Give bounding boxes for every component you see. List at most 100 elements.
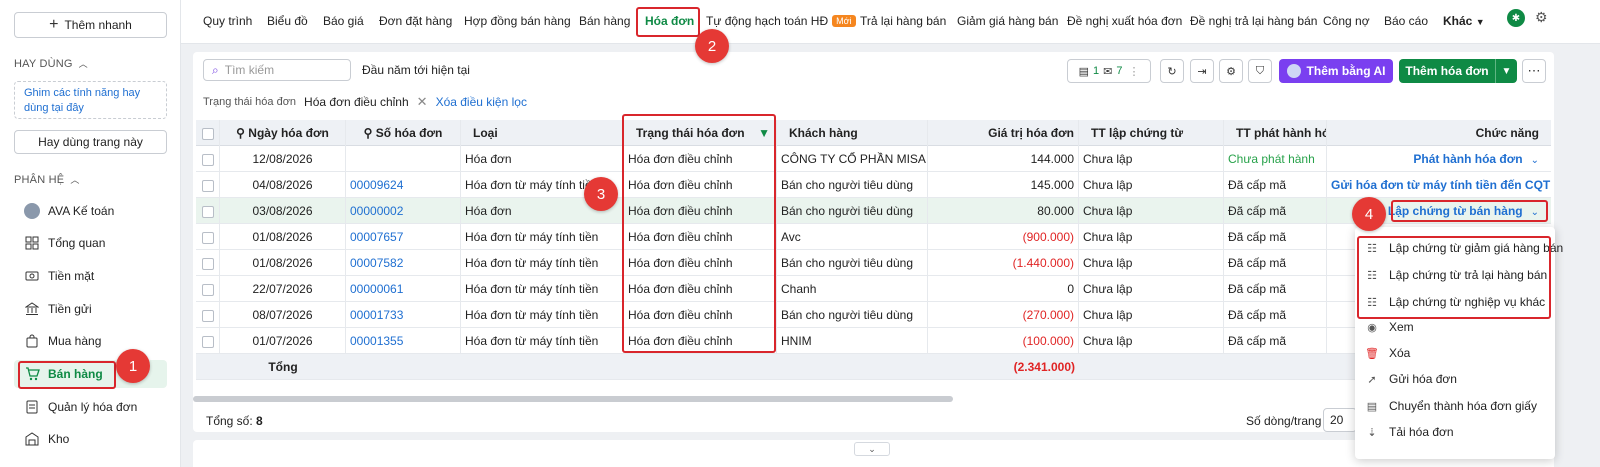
tab-auto-posting[interactable]: Tự động hạch toán HĐ Mới: [706, 14, 856, 28]
col-invoice-date[interactable]: ⚲ Ngày hóa đơn: [220, 120, 346, 146]
cell-status: Hóa đơn điều chỉnh: [624, 250, 777, 276]
rows-per-page-select[interactable]: 20: [1323, 408, 1357, 432]
cell-no[interactable]: 00007582: [346, 250, 461, 276]
table-row[interactable]: 01/07/2026 00001355 Hóa đơn từ máy tính ti…: [196, 328, 1551, 354]
col-invoice-number[interactable]: ⚲ Số hóa đơn: [346, 120, 461, 146]
chevron-down-icon[interactable]: ⌄: [1531, 155, 1539, 166]
cell-no[interactable]: 00009624: [346, 172, 461, 198]
settings-sliders-icon[interactable]: ⚙: [1535, 9, 1548, 26]
cell-action[interactable]: Phát hành hóa đơn ⌄: [1327, 146, 1551, 172]
period-selector[interactable]: Đầu năm tới hiện tại: [362, 63, 470, 77]
sidebar-item-invoice-management[interactable]: Quản lý hóa đơn: [14, 393, 167, 421]
chevron-down-icon[interactable]: ⌄: [1531, 207, 1539, 218]
tab-sales[interactable]: Bán hàng: [579, 14, 630, 28]
col-invoice-value[interactable]: Giá trị hóa đơn: [928, 120, 1079, 146]
tab-more[interactable]: Khác ▼: [1443, 14, 1485, 28]
dropdown-item[interactable]: ▤ Chuyển thành hóa đơn giấy: [1365, 393, 1537, 419]
horizontal-scrollbar[interactable]: [193, 396, 953, 402]
clear-filters-link[interactable]: Xóa điều kiện lọc: [436, 95, 527, 109]
frequent-this-page-button[interactable]: Hay dùng trang này: [14, 130, 167, 154]
dropdown-item[interactable]: ◉ Xem: [1365, 314, 1414, 340]
col-issue-status[interactable]: TT phát hành hóa: [1224, 120, 1327, 146]
sidebar-item-warehouse[interactable]: Kho: [14, 425, 167, 453]
quick-add-button[interactable]: + Thêm nhanh: [14, 12, 167, 38]
add-with-ai-button[interactable]: Thêm bằng AI: [1279, 59, 1393, 83]
add-invoice-button[interactable]: Thêm hóa đơn ▼: [1399, 59, 1517, 83]
invoice-counters[interactable]: ▤ 1 ✉ 7 ⋮: [1067, 59, 1151, 83]
filter-active-icon[interactable]: ▼: [758, 120, 770, 146]
filter-label: Trạng thái hóa đơn: [203, 96, 297, 108]
col-invoice-status[interactable]: Trạng thái hóa đơn ▼: [624, 120, 777, 146]
cell-action[interactable]: Gửi hóa đơn từ máy tính tiền đến CQT⌄: [1327, 172, 1551, 198]
cell-customer: Bán cho người tiêu dùng: [777, 250, 928, 276]
remove-filter-icon[interactable]: ✕: [417, 94, 428, 110]
col-doc-status[interactable]: TT lập chứng từ: [1079, 120, 1224, 146]
row-checkbox[interactable]: [196, 250, 220, 276]
table-row[interactable]: 12/08/2026 Hóa đơn Hóa đơn điều chỉnh CÔNG …: [196, 146, 1551, 172]
tab-return-requests[interactable]: Đề nghị trả lại hàng bán: [1190, 14, 1317, 28]
tab-debts[interactable]: Công nợ: [1323, 14, 1370, 28]
refresh-button[interactable]: ↻: [1160, 59, 1184, 83]
row-checkbox[interactable]: [196, 146, 220, 172]
cell-no[interactable]: 00000002: [346, 198, 461, 224]
table-row[interactable]: 01/08/2026 00007582 Hóa đơn từ máy tính ti…: [196, 250, 1551, 276]
sidebar-item-cash[interactable]: Tiền mặt: [14, 262, 167, 290]
invoice-icon: [24, 399, 40, 415]
col-customer[interactable]: Khách hàng: [777, 120, 928, 146]
cell-no[interactable]: [346, 146, 461, 172]
row-checkbox[interactable]: [196, 224, 220, 250]
filter-button[interactable]: ⛉: [1248, 59, 1272, 83]
search-input[interactable]: ⌕ Tìm kiếm: [203, 59, 351, 81]
row-checkbox[interactable]: [196, 328, 220, 354]
dropdown-item[interactable]: ☷ Lập chứng từ trả lại hàng bán: [1365, 262, 1547, 288]
tab-process[interactable]: Quy trình: [203, 14, 252, 28]
row-checkbox[interactable]: [196, 198, 220, 224]
dropdown-item[interactable]: ☷ Lập chứng từ giảm giá hàng bán: [1365, 235, 1563, 261]
table-row[interactable]: 03/08/2026 00000002 Hóa đơn Hóa đơn điều ch…: [196, 198, 1551, 224]
sidebar-item-overview[interactable]: Tổng quan: [14, 229, 167, 257]
sidebar-item-ava[interactable]: AVA Kế toán: [14, 197, 167, 225]
cell-no[interactable]: 00001355: [346, 328, 461, 354]
collapse-chevron-icon[interactable]: ⌄: [854, 442, 890, 456]
dropdown-item[interactable]: ⇣ Tải hóa đơn: [1365, 419, 1453, 445]
dropdown-item[interactable]: ☷ Lập chứng từ nghiệp vụ khác: [1365, 289, 1545, 315]
table-row[interactable]: 22/07/2026 00000061 Hóa đơn từ máy tính ti…: [196, 276, 1551, 302]
tab-quotes[interactable]: Báo giá: [323, 14, 364, 28]
cell-no[interactable]: 00000061: [346, 276, 461, 302]
filter-value: Hóa đơn điều chỉnh: [304, 95, 409, 109]
tab-sales-orders[interactable]: Đơn đặt hàng: [379, 14, 452, 28]
tab-reports[interactable]: Báo cáo: [1384, 14, 1428, 28]
cart-icon: [24, 366, 40, 382]
warehouse-icon: [24, 431, 40, 447]
chevron-down-icon[interactable]: ▼: [1495, 59, 1517, 83]
row-checkbox[interactable]: [196, 302, 220, 328]
tab-invoice-requests[interactable]: Đề nghị xuất hóa đơn: [1067, 14, 1182, 28]
cell-date: 22/07/2026: [220, 276, 346, 302]
tab-invoices[interactable]: Hóa đơn: [645, 14, 694, 28]
dropdown-item[interactable]: ➚ Gửi hóa đơn: [1365, 366, 1457, 392]
table-row[interactable]: 08/07/2026 00001733 Hóa đơn từ máy tính ti…: [196, 302, 1551, 328]
export-button[interactable]: ⇥: [1190, 59, 1214, 83]
table-row[interactable]: 04/08/2026 00009624 Hóa đơn từ máy tính ti…: [196, 172, 1551, 198]
search-icon: ⌕: [212, 62, 219, 77]
more-options-button[interactable]: ⋯: [1522, 59, 1546, 83]
tab-charts[interactable]: Biểu đồ: [267, 14, 308, 28]
dropdown-item[interactable]: 🗑 Xóa: [1365, 340, 1410, 366]
row-checkbox[interactable]: [196, 172, 220, 198]
sidebar-item-purchase[interactable]: Mua hàng: [14, 327, 167, 355]
row-checkbox[interactable]: [196, 276, 220, 302]
col-type[interactable]: Loại: [461, 120, 624, 146]
cell-no[interactable]: 00001733: [346, 302, 461, 328]
tab-sales-contracts[interactable]: Hợp đồng bán hàng: [464, 14, 571, 28]
sidebar-item-bank[interactable]: Tiền gửi: [14, 295, 167, 323]
settings-button[interactable]: ⚙: [1219, 59, 1243, 83]
modules-section-title[interactable]: PHÂN HỆ ︿: [14, 173, 80, 186]
table-row[interactable]: 01/08/2026 00007657 Hóa đơn từ máy tính ti…: [196, 224, 1551, 250]
cell-no[interactable]: 00007657: [346, 224, 461, 250]
tab-sales-returns[interactable]: Trả lại hàng bán: [860, 14, 946, 28]
lightbulb-icon[interactable]: ✱: [1507, 9, 1525, 27]
rows-per-page-label: Số dòng/trang: [1246, 414, 1322, 428]
select-all-checkbox[interactable]: [196, 120, 220, 146]
tab-sales-discounts[interactable]: Giảm giá hàng bán: [957, 14, 1058, 28]
frequent-section-title[interactable]: HAY DÙNG ︿: [14, 57, 88, 70]
